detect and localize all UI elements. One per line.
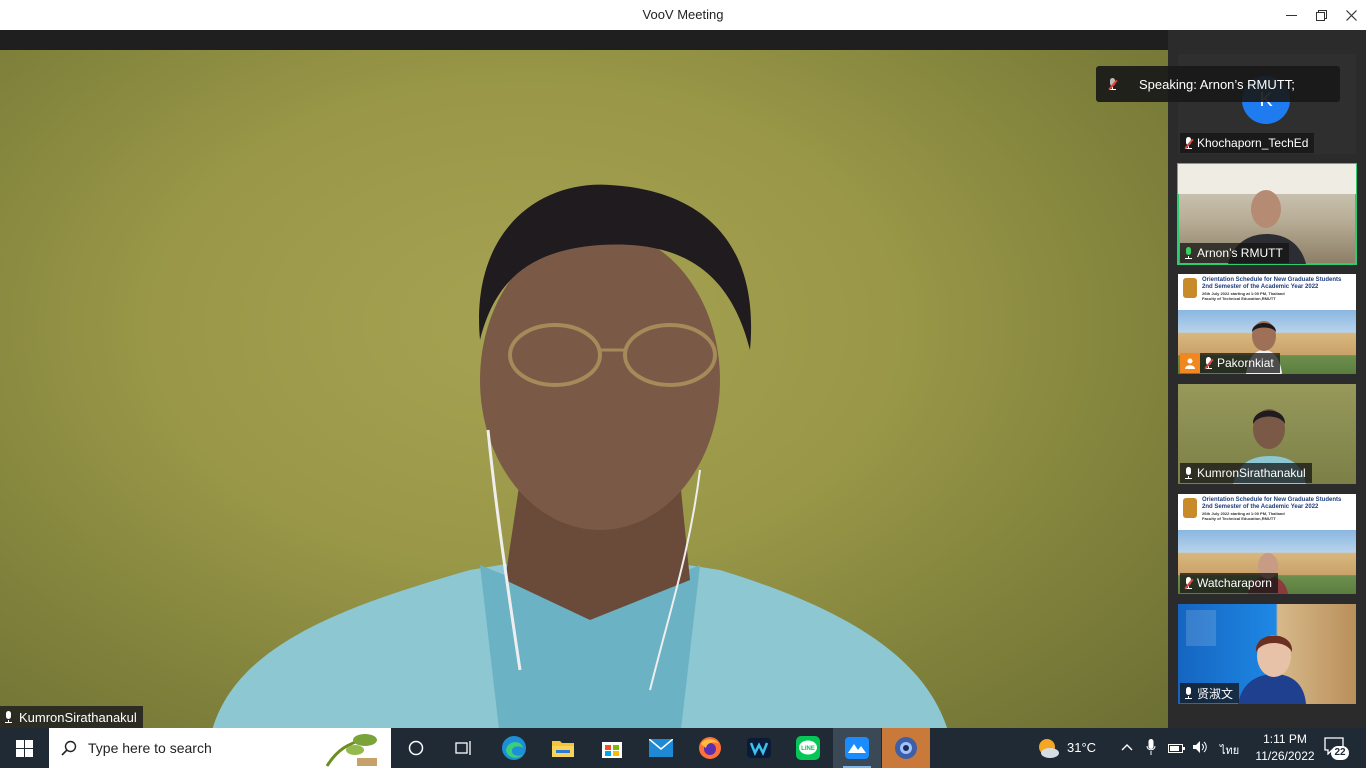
edge-icon <box>502 736 526 760</box>
webex-icon <box>747 738 771 758</box>
firefox-button[interactable] <box>686 728 734 768</box>
participant-name-tag: Khochaporn_TechEd <box>1180 133 1315 153</box>
muted-mic-icon <box>1108 77 1117 91</box>
cortana-button[interactable] <box>392 728 440 768</box>
participant-tile-arnon[interactable]: Arnon’s RMUTT <box>1177 163 1357 265</box>
volume-icon[interactable] <box>1192 740 1208 759</box>
mail-button[interactable] <box>637 728 685 768</box>
clock-time[interactable]: 1:11 PM <box>1253 732 1317 746</box>
input-language[interactable]: ไทย <box>1220 741 1239 759</box>
participant-name: KumronSirathanakul <box>1197 466 1306 480</box>
muted-mic-icon <box>1184 576 1193 590</box>
chevron-up-icon[interactable] <box>1121 740 1133 754</box>
participant-tile-kumron[interactable]: KumronSirathanakul <box>1178 384 1356 484</box>
participant-name-tag: Pakornkiat <box>1200 353 1280 373</box>
speaking-text: Speaking: Arnon’s RMUTT; <box>1139 76 1295 92</box>
windows-icon <box>15 739 33 757</box>
taskbar: Type here to search LINE 31°C ไทย 1:11 P… <box>0 728 1366 768</box>
screen-recorder-button[interactable] <box>882 728 930 768</box>
microphone-icon[interactable] <box>1146 739 1156 760</box>
webex-button[interactable] <box>735 728 783 768</box>
mic-icon <box>1184 686 1193 700</box>
participant-tile-pakornkiat[interactable]: Orientation Schedule for New Graduate St… <box>1178 274 1356 374</box>
participant-name-tag: Watcharaporn <box>1180 573 1278 593</box>
minimize-icon <box>1285 14 1297 16</box>
main-video[interactable] <box>0 30 1168 728</box>
participant-tile-watcharaporn[interactable]: Orientation Schedule for New Graduate St… <box>1178 494 1356 594</box>
participant-name-tag: KumronSirathanakul <box>1180 463 1312 483</box>
participant-name: Pakornkiat <box>1217 356 1274 370</box>
title-bar: VooV Meeting <box>0 0 1366 30</box>
speaking-indicator: Speaking: Arnon’s RMUTT; <box>1096 66 1340 102</box>
participant-name: Khochaporn_TechEd <box>1197 136 1309 150</box>
muted-mic-icon <box>1204 356 1213 370</box>
mail-icon <box>649 739 673 757</box>
participant-name: 贤淑文 <box>1197 686 1234 701</box>
cortana-icon <box>408 740 424 756</box>
participant-name: Arnon’s RMUTT <box>1197 246 1283 260</box>
participant-name-tag: 贤淑文 <box>1180 683 1240 703</box>
weather-icon <box>1039 739 1059 758</box>
clock-date[interactable]: 11/26/2022 <box>1250 749 1320 763</box>
task-view-icon <box>455 741 471 755</box>
mic-icon <box>4 710 13 724</box>
main-video-name-tag: KumronSirathanakul <box>0 706 143 728</box>
participant-tile-6[interactable]: 贤淑文 <box>1178 604 1356 704</box>
recorder-icon <box>895 737 917 759</box>
speaking-mic-icon <box>1184 246 1193 260</box>
mic-icon <box>1184 466 1193 480</box>
voov-meeting-button[interactable] <box>833 728 881 768</box>
main-participant-name: KumronSirathanakul <box>19 709 137 725</box>
muted-mic-icon <box>1184 136 1193 150</box>
weather-temperature[interactable]: 31°C <box>1067 740 1096 755</box>
close-icon <box>1345 9 1357 21</box>
participant-name-tag: Arnon’s RMUTT <box>1180 243 1289 263</box>
participant-name: Watcharaporn <box>1197 576 1272 590</box>
battery-network-icon[interactable] <box>1168 741 1186 759</box>
svg-text:LINE: LINE <box>801 746 815 752</box>
folder-icon <box>552 741 574 757</box>
window-title: VooV Meeting <box>642 7 724 22</box>
voov-meeting-icon <box>845 737 869 759</box>
restore-icon <box>1315 9 1327 21</box>
notification-badge: 22 <box>1331 746 1349 760</box>
store-button[interactable] <box>588 728 636 768</box>
user-icon <box>1180 353 1200 373</box>
close-button[interactable] <box>1336 0 1366 30</box>
restore-button[interactable] <box>1306 0 1336 30</box>
taskbar-search[interactable]: Type here to search <box>49 728 391 768</box>
speaker-figure <box>212 184 947 728</box>
store-icon <box>602 742 622 758</box>
notification-center-button[interactable]: 22 <box>1324 737 1352 761</box>
task-view-button[interactable] <box>440 728 488 768</box>
search-icon <box>61 740 77 756</box>
line-button[interactable]: LINE <box>784 728 832 768</box>
minimize-button[interactable] <box>1276 0 1306 30</box>
firefox-icon <box>699 737 721 759</box>
file-explorer-button[interactable] <box>539 728 587 768</box>
main-video-frame <box>0 50 1168 728</box>
start-button[interactable] <box>0 728 48 768</box>
edge-button[interactable] <box>490 728 538 768</box>
search-highlight-image <box>325 734 377 767</box>
line-icon: LINE <box>796 736 820 760</box>
search-placeholder: Type here to search <box>88 740 212 756</box>
